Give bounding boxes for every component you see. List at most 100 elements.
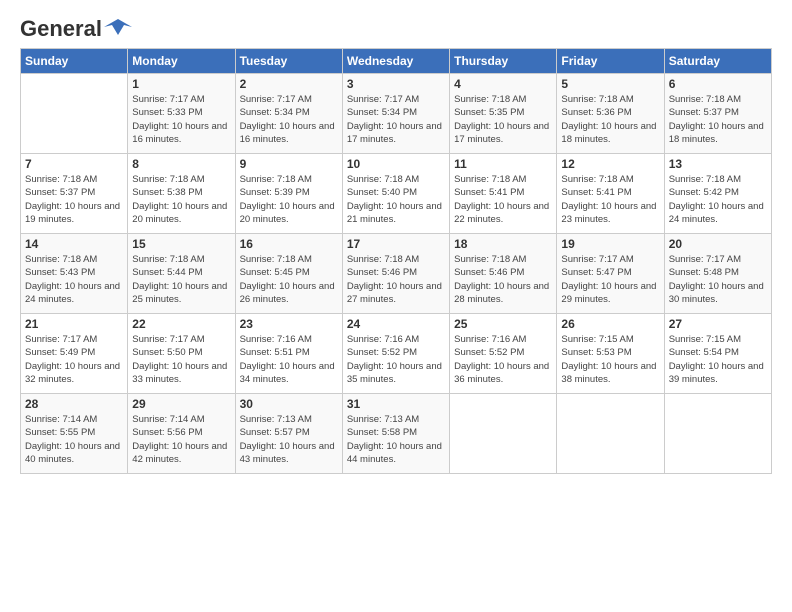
day-number: 17: [347, 237, 445, 251]
table-row: 6Sunrise: 7:18 AMSunset: 5:37 PMDaylight…: [664, 74, 771, 154]
table-row: 31 Sunrise: 7:13 AMSunset: 5:58 PMDayligh…: [342, 394, 449, 474]
day-info: Sunrise: 7:16 AMSunset: 5:51 PMDaylight:…: [240, 333, 338, 386]
table-row: [450, 394, 557, 474]
day-number: 24: [347, 317, 445, 331]
day-number: 13: [669, 157, 767, 171]
day-info: Sunrise: 7:16 AMSunset: 5:52 PMDaylight:…: [347, 333, 445, 386]
week-row-1: 1Sunrise: 7:17 AMSunset: 5:33 PMDaylight…: [21, 74, 772, 154]
day-number: 1: [132, 77, 230, 91]
day-number: 19: [561, 237, 659, 251]
table-row: 14Sunrise: 7:18 AMSunset: 5:43 PMDayligh…: [21, 234, 128, 314]
day-number: 18: [454, 237, 552, 251]
day-number: 30: [240, 397, 338, 411]
weekday-header-friday: Friday: [557, 49, 664, 74]
table-row: 3 Sunrise: 7:17 AMSunset: 5:34 PMDaylight…: [342, 74, 449, 154]
day-info: Sunrise: 7:17 AMSunset: 5:34 PMDaylight:…: [347, 93, 445, 146]
day-info: Sunrise: 7:18 AMSunset: 5:38 PMDaylight:…: [132, 173, 230, 226]
table-row: 26Sunrise: 7:15 AMSunset: 5:53 PMDayligh…: [557, 314, 664, 394]
table-row: 17Sunrise: 7:18 AMSunset: 5:46 PMDayligh…: [342, 234, 449, 314]
table-row: 4 Sunrise: 7:18 AMSunset: 5:35 PMDaylight…: [450, 74, 557, 154]
table-row: [557, 394, 664, 474]
table-row: 9 Sunrise: 7:18 AMSunset: 5:39 PMDaylight…: [235, 154, 342, 234]
table-row: 1Sunrise: 7:17 AMSunset: 5:33 PMDaylight…: [128, 74, 235, 154]
table-row: 8 Sunrise: 7:18 AMSunset: 5:38 PMDaylight…: [128, 154, 235, 234]
day-info: Sunrise: 7:13 AMSunset: 5:57 PMDaylight:…: [240, 413, 338, 466]
table-row: [21, 74, 128, 154]
day-number: 3: [347, 77, 445, 91]
table-row: 5 Sunrise: 7:18 AMSunset: 5:36 PMDaylight…: [557, 74, 664, 154]
day-info: Sunrise: 7:18 AMSunset: 5:41 PMDaylight:…: [561, 173, 659, 226]
day-number: 26: [561, 317, 659, 331]
table-row: 19 Sunrise: 7:17 AMSunset: 5:47 PMDayligh…: [557, 234, 664, 314]
day-info: Sunrise: 7:17 AMSunset: 5:50 PMDaylight:…: [132, 333, 230, 386]
table-row: 27 Sunrise: 7:15 AMSunset: 5:54 PMDayligh…: [664, 314, 771, 394]
day-info: Sunrise: 7:16 AMSunset: 5:52 PMDaylight:…: [454, 333, 552, 386]
day-info: Sunrise: 7:18 AMSunset: 5:37 PMDaylight:…: [25, 173, 123, 226]
table-row: 16 Sunrise: 7:18 AMSunset: 5:45 PMDayligh…: [235, 234, 342, 314]
day-info: Sunrise: 7:18 AMSunset: 5:35 PMDaylight:…: [454, 93, 552, 146]
day-number: 4: [454, 77, 552, 91]
day-info: Sunrise: 7:18 AMSunset: 5:41 PMDaylight:…: [454, 173, 552, 226]
day-number: 25: [454, 317, 552, 331]
day-info: Sunrise: 7:18 AMSunset: 5:44 PMDaylight:…: [132, 253, 230, 306]
weekday-header-tuesday: Tuesday: [235, 49, 342, 74]
day-info: Sunrise: 7:18 AMSunset: 5:43 PMDaylight:…: [25, 253, 123, 306]
calendar-table: SundayMondayTuesdayWednesdayThursdayFrid…: [20, 48, 772, 474]
day-info: Sunrise: 7:17 AMSunset: 5:49 PMDaylight:…: [25, 333, 123, 386]
table-row: 18Sunrise: 7:18 AMSunset: 5:46 PMDayligh…: [450, 234, 557, 314]
table-row: 7 Sunrise: 7:18 AMSunset: 5:37 PMDaylight…: [21, 154, 128, 234]
day-number: 20: [669, 237, 767, 251]
table-row: 11 Sunrise: 7:18 AMSunset: 5:41 PMDayligh…: [450, 154, 557, 234]
table-row: 25 Sunrise: 7:16 AMSunset: 5:52 PMDayligh…: [450, 314, 557, 394]
day-number: 22: [132, 317, 230, 331]
day-number: 21: [25, 317, 123, 331]
header: General: [20, 16, 772, 36]
day-number: 12: [561, 157, 659, 171]
day-number: 31: [347, 397, 445, 411]
week-row-5: 28Sunrise: 7:14 AMSunset: 5:55 PMDayligh…: [21, 394, 772, 474]
day-number: 15: [132, 237, 230, 251]
day-info: Sunrise: 7:17 AMSunset: 5:34 PMDaylight:…: [240, 93, 338, 146]
weekday-header-wednesday: Wednesday: [342, 49, 449, 74]
day-number: 27: [669, 317, 767, 331]
day-number: 5: [561, 77, 659, 91]
day-number: 8: [132, 157, 230, 171]
day-number: 28: [25, 397, 123, 411]
day-info: Sunrise: 7:18 AMSunset: 5:39 PMDaylight:…: [240, 173, 338, 226]
day-info: Sunrise: 7:17 AMSunset: 5:48 PMDaylight:…: [669, 253, 767, 306]
day-number: 10: [347, 157, 445, 171]
table-row: 30 Sunrise: 7:13 AMSunset: 5:57 PMDayligh…: [235, 394, 342, 474]
day-number: 23: [240, 317, 338, 331]
table-row: 10 Sunrise: 7:18 AMSunset: 5:40 PMDayligh…: [342, 154, 449, 234]
day-info: Sunrise: 7:18 AMSunset: 5:36 PMDaylight:…: [561, 93, 659, 146]
day-number: 9: [240, 157, 338, 171]
day-info: Sunrise: 7:15 AMSunset: 5:54 PMDaylight:…: [669, 333, 767, 386]
day-number: 11: [454, 157, 552, 171]
day-info: Sunrise: 7:18 AMSunset: 5:40 PMDaylight:…: [347, 173, 445, 226]
day-info: Sunrise: 7:17 AMSunset: 5:47 PMDaylight:…: [561, 253, 659, 306]
day-info: Sunrise: 7:13 AMSunset: 5:58 PMDaylight:…: [347, 413, 445, 466]
table-row: 29Sunrise: 7:14 AMSunset: 5:56 PMDayligh…: [128, 394, 235, 474]
table-row: 21 Sunrise: 7:17 AMSunset: 5:49 PMDayligh…: [21, 314, 128, 394]
day-info: Sunrise: 7:18 AMSunset: 5:45 PMDaylight:…: [240, 253, 338, 306]
table-row: [664, 394, 771, 474]
table-row: 15 Sunrise: 7:18 AMSunset: 5:44 PMDayligh…: [128, 234, 235, 314]
week-row-2: 7 Sunrise: 7:18 AMSunset: 5:37 PMDaylight…: [21, 154, 772, 234]
weekday-header-sunday: Sunday: [21, 49, 128, 74]
day-number: 2: [240, 77, 338, 91]
table-row: 28Sunrise: 7:14 AMSunset: 5:55 PMDayligh…: [21, 394, 128, 474]
week-row-3: 14Sunrise: 7:18 AMSunset: 5:43 PMDayligh…: [21, 234, 772, 314]
table-row: 2 Sunrise: 7:17 AMSunset: 5:34 PMDaylight…: [235, 74, 342, 154]
table-row: 22 Sunrise: 7:17 AMSunset: 5:50 PMDayligh…: [128, 314, 235, 394]
table-row: 12 Sunrise: 7:18 AMSunset: 5:41 PMDayligh…: [557, 154, 664, 234]
day-info: Sunrise: 7:14 AMSunset: 5:56 PMDaylight:…: [132, 413, 230, 466]
day-info: Sunrise: 7:18 AMSunset: 5:37 PMDaylight:…: [669, 93, 767, 146]
logo-general: General: [20, 16, 102, 42]
logo-bird-icon: [104, 17, 132, 37]
day-info: Sunrise: 7:18 AMSunset: 5:42 PMDaylight:…: [669, 173, 767, 226]
day-number: 7: [25, 157, 123, 171]
table-row: 23 Sunrise: 7:16 AMSunset: 5:51 PMDayligh…: [235, 314, 342, 394]
day-number: 16: [240, 237, 338, 251]
weekday-header-monday: Monday: [128, 49, 235, 74]
page-container: General SundayMondayTuesdayWednesdayThur…: [0, 0, 792, 484]
